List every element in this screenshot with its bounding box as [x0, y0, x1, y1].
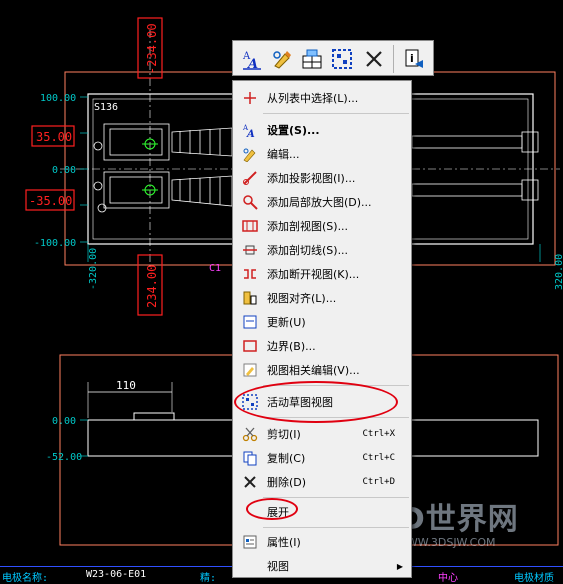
text-style-icon[interactable]: AA — [239, 46, 265, 72]
menu-item-label: 边界(B)... — [267, 340, 316, 353]
menu-item-label: 视图 — [267, 560, 289, 573]
svg-text:A: A — [246, 57, 258, 70]
menu-item-label: 视图对齐(L)... — [267, 292, 337, 305]
menu-item-select-from-list[interactable]: 从列表中选择(L)... — [235, 87, 409, 109]
dim-left-pos: 35.00 — [36, 130, 72, 144]
menu-item-label: 剪切(I) — [267, 428, 301, 441]
update-icon — [241, 314, 259, 330]
menu-item-align-view[interactable]: 视图对齐(L)... — [235, 287, 409, 309]
break-view-icon — [241, 266, 259, 282]
dim-y-100: 100.00 — [40, 93, 76, 104]
menu-item-label: 复制(C) — [267, 452, 306, 465]
projected-view-icon — [241, 170, 259, 186]
menu-item-shortcut: Ctrl+X — [362, 429, 395, 439]
submenu-arrow-icon: ▶ — [396, 561, 403, 571]
menu-item-add-section-line[interactable]: 添加剖切线(S)... — [235, 239, 409, 261]
menu-item-add-projected-view[interactable]: 添加投影视图(I)... — [235, 167, 409, 189]
part-label: S136 — [94, 102, 118, 113]
crosshair-icon — [241, 90, 259, 106]
info-icon[interactable]: i — [401, 46, 427, 72]
dim-bottom-red: 234.00 — [145, 265, 159, 308]
delete-icon[interactable] — [361, 46, 387, 72]
menu-item-cut[interactable]: 剪切(I) Ctrl+X — [235, 423, 409, 445]
menu-item-shortcut: Ctrl+D — [362, 477, 395, 487]
side-view-electrode — [133, 412, 175, 421]
properties-icon — [241, 534, 259, 550]
menu-item-label: 从列表中选择(L)... — [267, 92, 359, 105]
menu-item-label: 删除(D) — [267, 476, 307, 489]
dim-x-left: -320.00 — [88, 248, 99, 290]
menu-item-properties[interactable]: 属性(I) — [235, 531, 409, 553]
active-sketch-icon[interactable] — [329, 46, 355, 72]
menu-item-label: 添加剖视图(S)... — [267, 220, 349, 233]
menu-item-update[interactable]: 更新(U) — [235, 311, 409, 333]
detail-view-icon — [241, 194, 259, 210]
section-view-icon — [241, 218, 259, 234]
menu-item-boundary[interactable]: 边界(B)... — [235, 335, 409, 357]
menu-item-label: 添加剖切线(S)... — [267, 244, 349, 257]
edit-icon — [241, 146, 259, 162]
dim-side-0: 0.00 — [52, 416, 76, 427]
dim-x-right: 320.00 — [554, 254, 563, 290]
menu-item-add-detail-view[interactable]: 添加局部放大图(D)... — [235, 191, 409, 213]
menu-item-label: 更新(U) — [267, 316, 306, 329]
cut-icon — [241, 426, 259, 442]
dim-y-m100: -100.00 — [34, 238, 76, 249]
menu-item-label: 属性(I) — [267, 536, 301, 549]
menu-item-shortcut: Ctrl+C — [362, 453, 395, 463]
menu-item-settings[interactable]: AA 设置(S)... — [235, 119, 409, 141]
boundary-icon — [241, 338, 259, 354]
title-value-electrode-name: W23-06-E01 — [86, 569, 147, 580]
menu-item-view-dependent-edit[interactable]: 视图相关编辑(V)... — [235, 359, 409, 381]
copy-icon — [241, 450, 259, 466]
menu-item-view[interactable]: 视图 ▶ — [235, 555, 409, 577]
menu-item-edit[interactable]: 编辑... — [235, 143, 409, 165]
menu-item-copy[interactable]: 复制(C) Ctrl+C — [235, 447, 409, 469]
menu-item-label: 添加投影视图(I)... — [267, 172, 356, 185]
dim-110: 110 — [116, 379, 136, 392]
menu-item-label: 设置(S)... — [267, 124, 320, 137]
annotation-ellipse-active-sketch — [234, 381, 398, 423]
menu-item-label: 编辑... — [267, 148, 300, 161]
menu-item-label: 视图相关编辑(V)... — [267, 364, 360, 377]
delete-icon — [241, 474, 259, 490]
dim-side-m52: -52.00 — [46, 452, 82, 463]
align-view-icon — [241, 290, 259, 306]
svg-text:i: i — [410, 52, 414, 65]
svg-text:A: A — [246, 129, 255, 138]
dim-top-red: -234.00 — [145, 23, 159, 74]
text-style-icon: AA — [241, 122, 259, 138]
edit-style-icon[interactable] — [269, 46, 295, 72]
view-dependent-edit-icon — [241, 362, 259, 378]
dim-left-neg: -35.00 — [29, 194, 72, 208]
menu-item-label: 添加局部放大图(D)... — [267, 196, 372, 209]
annotation-ellipse-expand — [246, 498, 298, 520]
dim-y-0: 0.00 — [52, 165, 76, 176]
menu-item-delete[interactable]: 删除(D) Ctrl+D — [235, 471, 409, 493]
menu-item-add-section-view[interactable]: 添加剖视图(S)... — [235, 215, 409, 237]
view-style-icon[interactable] — [299, 46, 325, 72]
menu-item-label: 添加断开视图(K)... — [267, 268, 360, 281]
view-context-toolbar: AA i — [232, 40, 434, 76]
menu-item-add-break-view[interactable]: 添加断开视图(K)... — [235, 263, 409, 285]
label-c1: C1 — [209, 263, 221, 274]
section-line-icon — [241, 242, 259, 258]
